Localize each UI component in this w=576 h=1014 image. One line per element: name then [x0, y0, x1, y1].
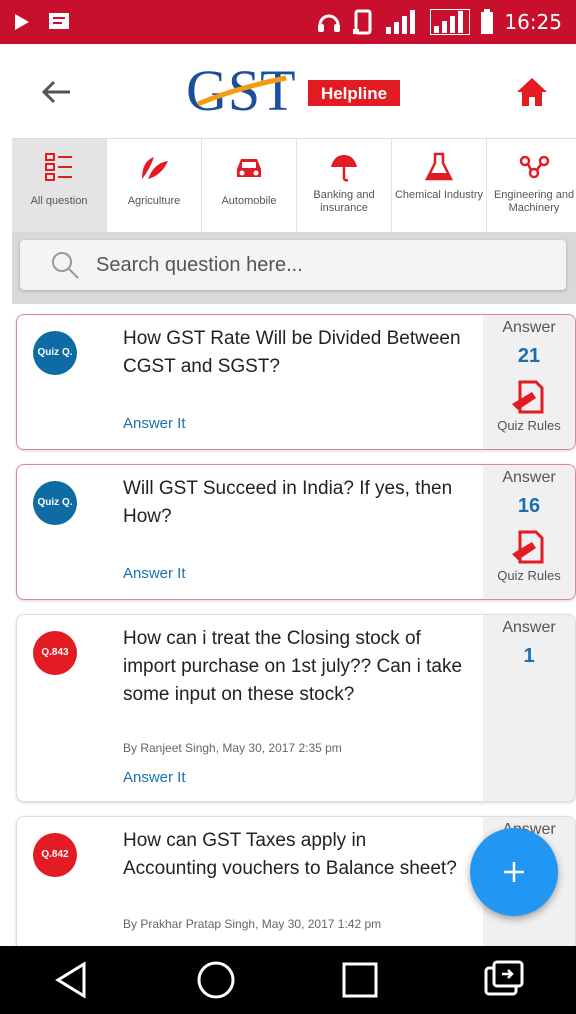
home-icon[interactable] — [514, 74, 550, 110]
quiz-rules-icon[interactable] — [510, 528, 548, 566]
question-text: How can i treat the Closing stock of imp… — [123, 628, 463, 705]
quiz-badge: Quiz Q. — [33, 331, 77, 375]
leaf-icon — [142, 157, 168, 179]
battery-icon — [481, 9, 494, 34]
back-triangle-icon[interactable] — [50, 958, 94, 1002]
quiz-rules-label[interactable]: Quiz Rules — [497, 568, 561, 583]
home-circle-icon[interactable] — [194, 958, 238, 1002]
question-card[interactable]: Quiz Q. How GST Rate Will be Divided Bet… — [16, 314, 576, 450]
answer-panel: Answer 21 Quiz Rules — [483, 315, 575, 449]
switch-window-icon[interactable] — [482, 958, 526, 1002]
category-label: Automobile — [221, 195, 277, 207]
search-icon — [52, 252, 79, 279]
question-text: Will GST Succeed in India? If yes, then … — [123, 478, 453, 527]
category-engineering[interactable]: Engineering and Machinery — [487, 139, 576, 233]
logo-badge-text: Helpline — [321, 84, 387, 103]
search-input[interactable]: Search question here... — [20, 240, 566, 290]
status-bar: 16:25 — [0, 0, 576, 44]
search-area: Search question here... — [12, 232, 576, 304]
category-label: Agriculture — [127, 195, 181, 207]
question-text: How can GST Taxes apply in Accounting vo… — [123, 830, 457, 879]
message-icon — [49, 13, 69, 29]
answer-it-link[interactable]: Answer It — [123, 769, 186, 786]
nodes-icon — [519, 155, 550, 179]
clock: 16:25 — [504, 10, 562, 34]
headset-icon — [318, 14, 341, 32]
quiz-badge: Quiz Q. — [33, 481, 77, 525]
question-number-badge: Q.843 — [33, 631, 77, 675]
answer-label: Answer — [502, 469, 556, 486]
category-automobile[interactable]: Automobile — [202, 139, 297, 233]
signal-icon-2 — [430, 9, 471, 35]
quiz-rules-icon[interactable] — [510, 378, 548, 416]
play-icon — [15, 14, 29, 30]
answer-label: Answer — [502, 319, 556, 336]
answer-count: 16 — [517, 495, 541, 517]
answer-it-link[interactable]: Answer It — [123, 565, 186, 582]
gst-helpline-logo: GST Helpline — [186, 58, 400, 123]
app-bar: GST Helpline — [0, 44, 576, 138]
search-placeholder: Search question here... — [96, 253, 303, 276]
add-question-button[interactable] — [470, 828, 558, 916]
signal-icon-1 — [386, 10, 416, 34]
category-strip: All question Agriculture Automobile Bank… — [12, 138, 576, 233]
category-label: All question — [30, 195, 88, 207]
category-chemical[interactable]: Chemical Industry — [392, 139, 487, 233]
recents-square-icon[interactable] — [338, 958, 382, 1002]
category-agriculture[interactable]: Agriculture — [107, 139, 202, 233]
answer-label: Answer — [502, 619, 556, 636]
answer-count: 1 — [523, 645, 535, 667]
question-card[interactable]: Quiz Q. Will GST Succeed in India? If ye… — [16, 464, 576, 600]
category-all-question[interactable]: All question — [12, 139, 107, 233]
answer-count: 21 — [517, 345, 541, 367]
answer-it-link[interactable]: Answer It — [123, 415, 186, 432]
system-nav-bar — [0, 946, 576, 1014]
answer-panel: Answer 1 — [483, 615, 575, 801]
category-banking[interactable]: Banking and insurance — [297, 139, 392, 233]
category-label: Banking and insurance — [313, 189, 375, 214]
back-arrow-icon[interactable] — [36, 72, 76, 112]
phone-icon — [353, 9, 372, 35]
quiz-rules-label[interactable]: Quiz Rules — [497, 418, 561, 433]
category-label: Chemical Industry — [394, 189, 484, 201]
umbrella-icon — [331, 155, 357, 182]
question-number-badge: Q.842 — [33, 833, 77, 877]
question-byline: By Prakhar Pratap Singh, May 30, 2017 1:… — [123, 917, 382, 931]
flask-icon — [424, 152, 454, 181]
answer-panel: Answer 16 Quiz Rules — [483, 465, 575, 599]
category-label: Engineering and Machinery — [493, 189, 575, 214]
question-byline: By Ranjeet Singh, May 30, 2017 2:35 pm — [123, 741, 342, 755]
question-card[interactable]: Q.843 How can i treat the Closing stock … — [16, 614, 576, 802]
car-icon — [237, 159, 261, 177]
plus-icon — [504, 862, 524, 882]
question-text: How GST Rate Will be Divided Between CGS… — [123, 328, 461, 377]
list-icon — [45, 153, 72, 181]
